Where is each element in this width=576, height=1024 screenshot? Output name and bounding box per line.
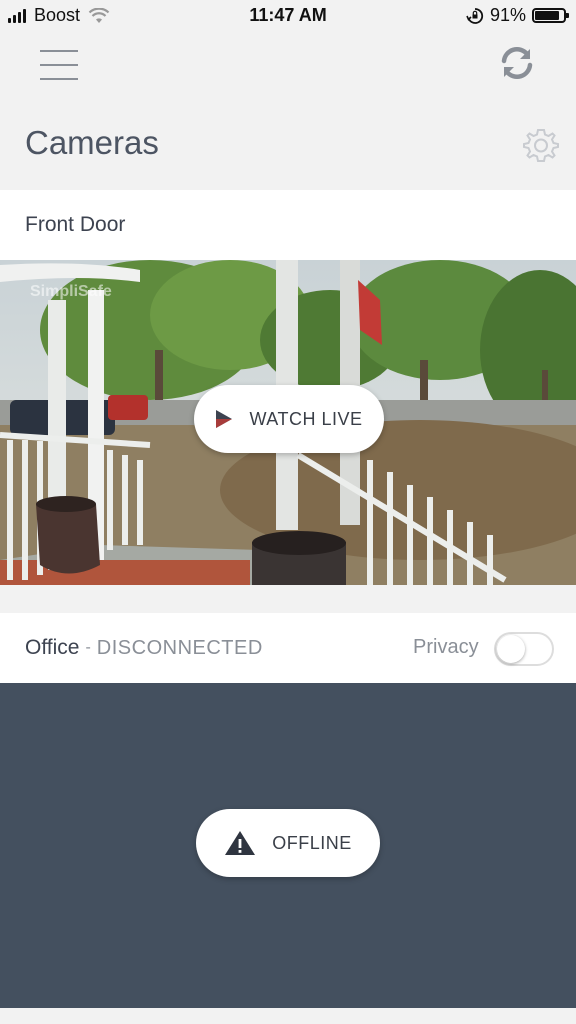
camera-watermark: SimpliSafe (30, 283, 112, 300)
privacy-toggle[interactable] (494, 632, 554, 666)
camera-feed-front-door[interactable]: SimpliSafe WATCH LIVE (0, 260, 576, 585)
status-bar: Boost 11:47 AM 91% (0, 0, 576, 32)
watch-live-label: WATCH LIVE (249, 408, 363, 429)
privacy-label: Privacy (413, 636, 479, 658)
battery-level (535, 11, 559, 20)
menu-icon[interactable] (40, 50, 78, 80)
status-right: 91% (466, 5, 569, 26)
privacy-toggle-knob (497, 635, 525, 663)
camera-header-front-door[interactable]: Front Door (0, 190, 576, 260)
camera-name: Office (25, 636, 80, 659)
bottom-strip (0, 1008, 576, 1024)
camera-header-office[interactable]: Office - DISCONNECTED (0, 613, 576, 683)
camera-separator (0, 585, 576, 613)
camera-status: DISCONNECTED (96, 636, 263, 659)
watch-live-button[interactable]: WATCH LIVE (194, 385, 384, 453)
warning-icon (225, 831, 256, 855)
camera-status-separator: - (85, 639, 91, 656)
play-icon (216, 410, 233, 428)
orientation-lock-icon (466, 7, 484, 24)
offline-label: OFFLINE (272, 832, 352, 853)
camera-name: Front Door (25, 213, 126, 236)
refresh-icon[interactable] (498, 44, 536, 82)
page-title: Cameras (25, 124, 159, 161)
gear-icon[interactable] (522, 126, 560, 164)
battery-percent: 91% (489, 5, 526, 25)
offline-status-button[interactable]: OFFLINE (196, 809, 380, 877)
battery-icon (532, 8, 569, 23)
